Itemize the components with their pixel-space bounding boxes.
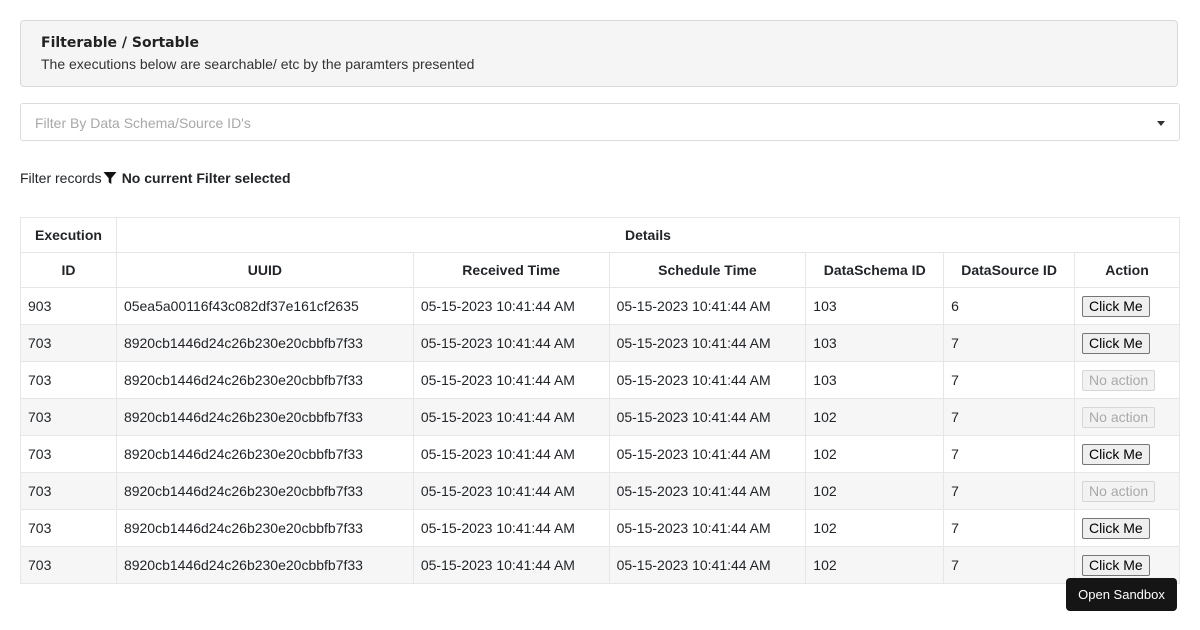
executions-table: Execution Details ID UUID Received Time …	[20, 217, 1181, 584]
cell-received-time: 05-15-2023 10:41:44 AM	[412, 361, 610, 399]
cell-id: 703	[20, 398, 117, 436]
group-header-row: Execution Details	[20, 217, 1181, 253]
cell-received-time: 05-15-2023 10:41:44 AM	[412, 546, 610, 584]
cell-uuid: 8920cb1446d24c26b230e20cbbfb7f33	[115, 509, 414, 547]
filter-select[interactable]: Filter By Data Schema/Source ID's	[20, 103, 1180, 141]
cell-schedule-time: 05-15-2023 10:41:44 AM	[608, 361, 807, 399]
cell-uuid: 8920cb1446d24c26b230e20cbbfb7f33	[115, 472, 414, 510]
info-title: Filterable / Sortable	[41, 35, 199, 51]
filter-select-placeholder: Filter By Data Schema/Source ID's	[35, 115, 251, 131]
cell-datasource-id: 7	[943, 546, 1076, 584]
cell-dataschema-id: 102	[805, 435, 945, 473]
column-header-id[interactable]: ID	[20, 252, 117, 288]
cell-id: 703	[20, 472, 117, 510]
cell-id: 903	[20, 287, 117, 325]
group-header-execution: Execution	[20, 217, 117, 253]
table-row: 703 8920cb1446d24c26b230e20cbbfb7f33 05-15…	[20, 546, 1180, 584]
cell-received-time: 05-15-2023 10:41:44 AM	[412, 398, 610, 436]
cell-dataschema-id: 102	[805, 509, 945, 547]
cell-datasource-id: 7	[943, 398, 1076, 436]
cell-uuid: 8920cb1446d24c26b230e20cbbfb7f33	[115, 361, 414, 399]
click-me-button[interactable]: Click Me	[1082, 332, 1150, 354]
cell-uuid: 05ea5a00116f43c082df37e161cf2635	[115, 287, 414, 325]
click-me-button[interactable]: Click Me	[1082, 295, 1150, 317]
cell-schedule-time: 05-15-2023 10:41:44 AM	[608, 509, 807, 547]
column-header-uuid[interactable]: UUID	[115, 252, 414, 288]
cell-datasource-id: 6	[943, 287, 1076, 325]
cell-action: Click Me	[1074, 509, 1180, 547]
click-me-button[interactable]: Click Me	[1082, 554, 1150, 576]
open-sandbox-button[interactable]: Open Sandbox	[1066, 578, 1177, 611]
table-row: 703 8920cb1446d24c26b230e20cbbfb7f33 05-15…	[20, 324, 1180, 362]
table-row: 703 8920cb1446d24c26b230e20cbbfb7f33 05-15…	[20, 435, 1180, 473]
cell-action: No action	[1074, 361, 1180, 399]
table-row: 903 05ea5a00116f43c082df37e161cf2635 05-15…	[20, 287, 1180, 325]
cell-schedule-time: 05-15-2023 10:41:44 AM	[608, 546, 807, 584]
table-row: 703 8920cb1446d24c26b230e20cbbfb7f33 05-15…	[20, 361, 1180, 399]
info-subtitle: The executions below are searchable/ etc…	[41, 56, 475, 72]
cell-dataschema-id: 102	[805, 398, 945, 436]
cell-action: Click Me	[1074, 435, 1180, 473]
column-header-row: ID UUID Received Time Schedule Time Data…	[20, 252, 1180, 288]
column-header-dataschema-id[interactable]: DataSchema ID	[805, 252, 945, 288]
cell-datasource-id: 7	[943, 435, 1076, 473]
cell-action: No action	[1074, 398, 1180, 436]
cell-dataschema-id: 103	[805, 324, 945, 362]
cell-uuid: 8920cb1446d24c26b230e20cbbfb7f33	[115, 546, 414, 584]
cell-id: 703	[20, 546, 117, 584]
chevron-down-icon[interactable]	[1157, 121, 1165, 126]
cell-schedule-time: 05-15-2023 10:41:44 AM	[608, 324, 807, 362]
filter-status: No current Filter selected	[121, 170, 291, 186]
cell-dataschema-id: 103	[805, 361, 945, 399]
cell-dataschema-id: 102	[805, 546, 945, 584]
group-header-details: Details	[115, 217, 1181, 253]
cell-uuid: 8920cb1446d24c26b230e20cbbfb7f33	[115, 324, 414, 362]
funnel-icon[interactable]	[103, 171, 117, 185]
cell-action: Click Me	[1074, 324, 1180, 362]
column-header-received-time[interactable]: Received Time	[412, 252, 610, 288]
click-me-button[interactable]: Click Me	[1082, 517, 1150, 539]
table-body: 903 05ea5a00116f43c082df37e161cf2635 05-15…	[20, 287, 1180, 584]
cell-datasource-id: 7	[943, 361, 1076, 399]
no-action-button: No action	[1082, 406, 1156, 428]
cell-received-time: 05-15-2023 10:41:44 AM	[412, 287, 610, 325]
cell-id: 703	[20, 361, 117, 399]
cell-dataschema-id: 103	[805, 287, 945, 325]
cell-received-time: 05-15-2023 10:41:44 AM	[412, 509, 610, 547]
table-row: 703 8920cb1446d24c26b230e20cbbfb7f33 05-15…	[20, 472, 1180, 510]
cell-datasource-id: 7	[943, 324, 1076, 362]
info-card: Filterable / Sortable The executions bel…	[20, 20, 1178, 87]
cell-action: No action	[1074, 472, 1180, 510]
cell-schedule-time: 05-15-2023 10:41:44 AM	[608, 435, 807, 473]
no-action-button: No action	[1082, 369, 1156, 391]
column-header-datasource-id[interactable]: DataSource ID	[943, 252, 1076, 288]
table-row: 703 8920cb1446d24c26b230e20cbbfb7f33 05-15…	[20, 509, 1180, 547]
cell-id: 703	[20, 324, 117, 362]
cell-id: 703	[20, 435, 117, 473]
click-me-button[interactable]: Click Me	[1082, 443, 1150, 465]
cell-action: Click Me	[1074, 287, 1180, 325]
no-action-button: No action	[1082, 480, 1156, 502]
column-header-schedule-time[interactable]: Schedule Time	[608, 252, 807, 288]
cell-schedule-time: 05-15-2023 10:41:44 AM	[608, 398, 807, 436]
cell-id: 703	[20, 509, 117, 547]
column-header-action[interactable]: Action	[1074, 252, 1180, 288]
cell-uuid: 8920cb1446d24c26b230e20cbbfb7f33	[115, 435, 414, 473]
filter-records: Filter records No current Filter selecte…	[20, 169, 291, 187]
cell-schedule-time: 05-15-2023 10:41:44 AM	[608, 287, 807, 325]
cell-received-time: 05-15-2023 10:41:44 AM	[412, 435, 610, 473]
cell-received-time: 05-15-2023 10:41:44 AM	[412, 324, 610, 362]
table-row: 703 8920cb1446d24c26b230e20cbbfb7f33 05-15…	[20, 398, 1180, 436]
cell-schedule-time: 05-15-2023 10:41:44 AM	[608, 472, 807, 510]
cell-received-time: 05-15-2023 10:41:44 AM	[412, 472, 610, 510]
cell-datasource-id: 7	[943, 472, 1076, 510]
filter-records-label: Filter records	[20, 170, 102, 186]
cell-uuid: 8920cb1446d24c26b230e20cbbfb7f33	[115, 398, 414, 436]
cell-dataschema-id: 102	[805, 472, 945, 510]
cell-datasource-id: 7	[943, 509, 1076, 547]
